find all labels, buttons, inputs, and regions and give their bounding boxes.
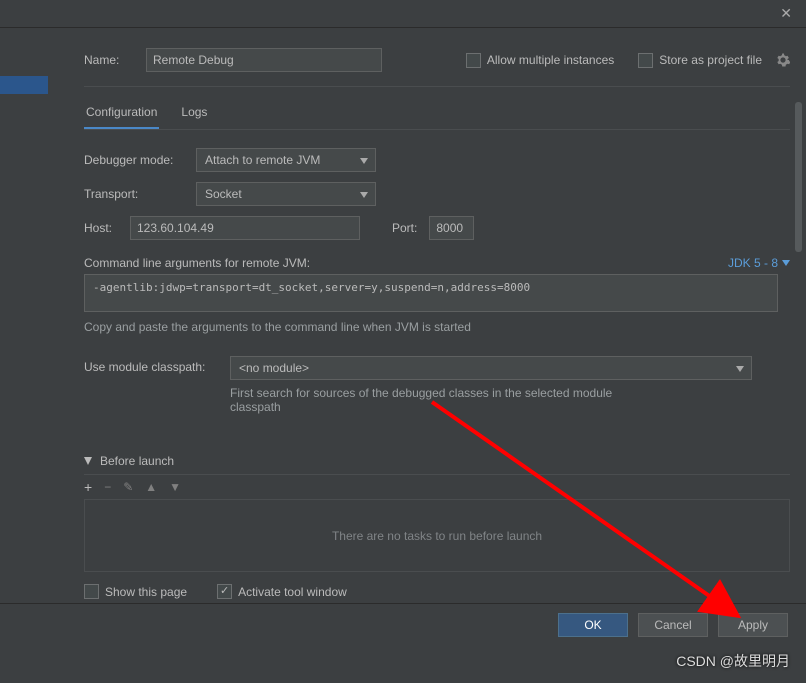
- name-label: Name:: [84, 53, 132, 67]
- port-label: Port:: [392, 221, 417, 235]
- module-classpath-label: Use module classpath:: [84, 356, 230, 374]
- before-launch-toolbar: + − ✎ ▲ ▼: [84, 475, 790, 500]
- ok-button[interactable]: OK: [558, 613, 628, 637]
- triangle-down-icon[interactable]: [84, 454, 92, 468]
- scrollbar[interactable]: [795, 102, 802, 252]
- port-input[interactable]: [429, 216, 474, 240]
- remove-icon[interactable]: −: [104, 480, 111, 494]
- down-icon[interactable]: ▼: [169, 480, 181, 494]
- activate-tool-window-label: Activate tool window: [238, 585, 347, 599]
- show-this-page-label: Show this page: [105, 585, 187, 599]
- close-icon[interactable]: ✕: [780, 5, 792, 22]
- show-this-page-checkbox[interactable]: Show this page: [84, 584, 187, 599]
- jdk-version-link[interactable]: JDK 5 - 8: [728, 256, 790, 270]
- apply-button[interactable]: Apply: [718, 613, 788, 637]
- module-classpath-hint: First search for sources of the debugged…: [230, 386, 650, 414]
- allow-multiple-label: Allow multiple instances: [487, 53, 614, 67]
- left-selected-config[interactable]: [0, 76, 48, 94]
- up-icon[interactable]: ▲: [145, 480, 157, 494]
- gear-icon[interactable]: [776, 53, 790, 67]
- edit-icon[interactable]: ✎: [123, 480, 133, 494]
- watermark: CSDN @故里明月: [676, 651, 790, 671]
- store-project-checkbox[interactable]: Store as project file: [638, 53, 762, 68]
- debugger-mode-select[interactable]: Attach to remote JVM: [196, 148, 376, 172]
- tab-configuration[interactable]: Configuration: [84, 105, 159, 129]
- tab-logs[interactable]: Logs: [179, 105, 209, 129]
- left-panel: [0, 28, 50, 603]
- allow-multiple-checkbox[interactable]: Allow multiple instances: [466, 53, 614, 68]
- activate-tool-window-checkbox[interactable]: Activate tool window: [217, 584, 347, 599]
- host-label: Host:: [84, 221, 130, 235]
- name-input[interactable]: [146, 48, 382, 72]
- debugger-mode-label: Debugger mode:: [84, 153, 196, 167]
- transport-label: Transport:: [84, 187, 196, 201]
- before-launch-label: Before launch: [100, 454, 174, 468]
- module-classpath-select[interactable]: <no module>: [230, 356, 752, 380]
- add-icon[interactable]: +: [84, 479, 92, 495]
- cancel-button[interactable]: Cancel: [638, 613, 708, 637]
- store-project-label: Store as project file: [659, 53, 762, 67]
- before-launch-empty: There are no tasks to run before launch: [84, 500, 790, 572]
- cmd-args-textarea[interactable]: -agentlib:jdwp=transport=dt_socket,serve…: [84, 274, 778, 312]
- transport-select[interactable]: Socket: [196, 182, 376, 206]
- host-input[interactable]: [130, 216, 360, 240]
- cmd-args-hint: Copy and paste the arguments to the comm…: [84, 320, 790, 334]
- cmd-args-label: Command line arguments for remote JVM:: [84, 256, 310, 270]
